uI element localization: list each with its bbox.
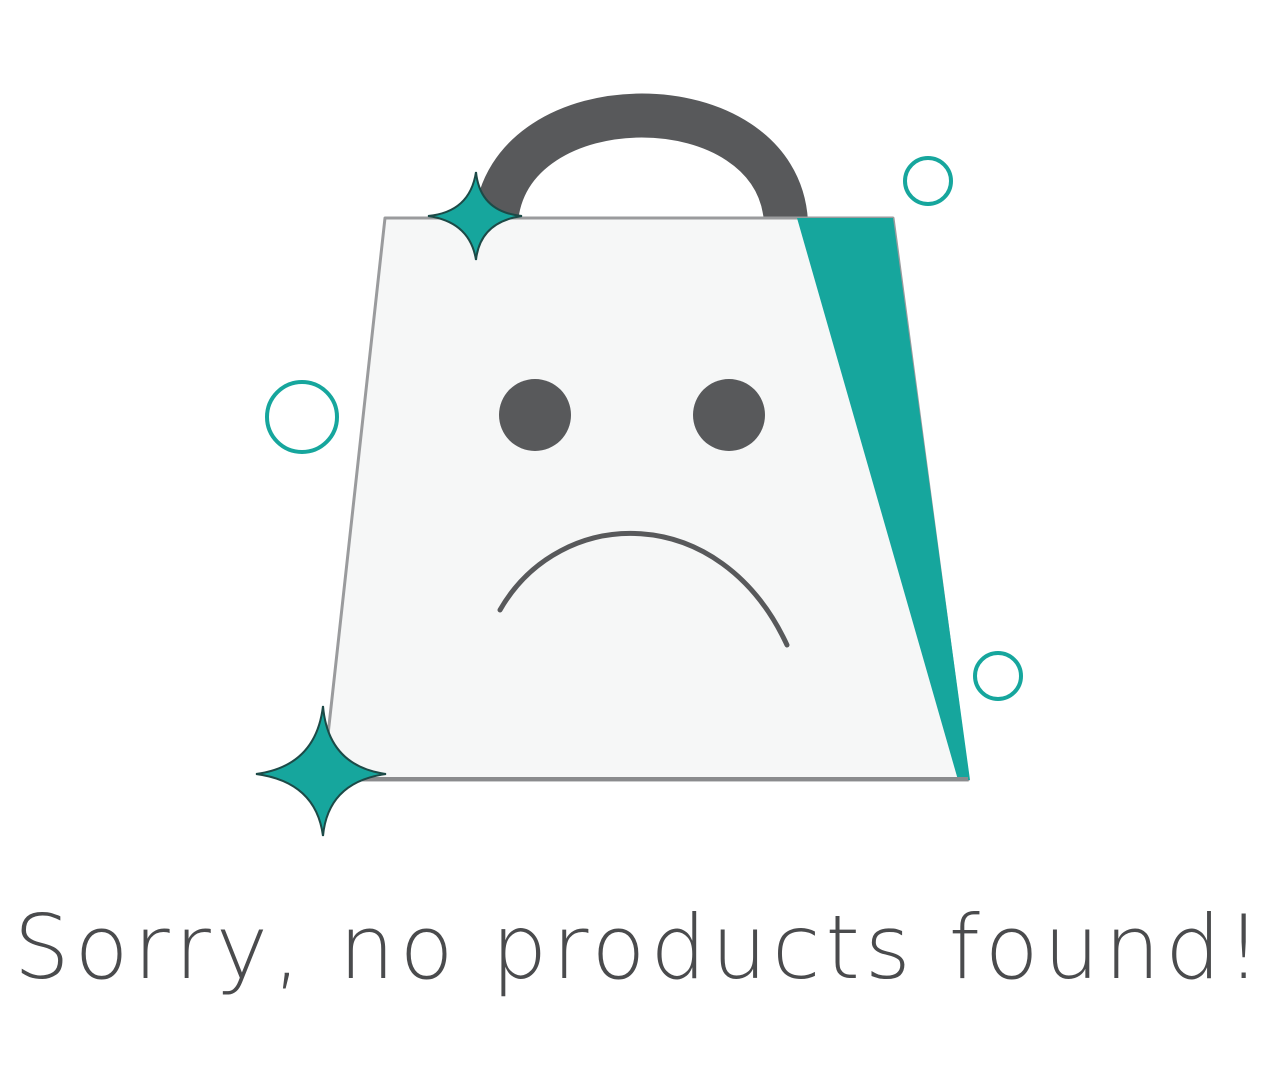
decor-circle-left — [265, 380, 339, 454]
decor-circle-top-right — [903, 156, 953, 206]
empty-state-page: Sorry, no products found! — [0, 0, 1280, 1075]
decor-circle-bottom-right — [973, 651, 1023, 701]
sad-shopping-bag-icon — [255, 93, 1023, 837]
empty-state-message: Sorry, no products found! — [13, 896, 1267, 999]
left-eye — [499, 379, 571, 451]
bag-handle — [474, 93, 808, 225]
right-eye — [693, 379, 765, 451]
